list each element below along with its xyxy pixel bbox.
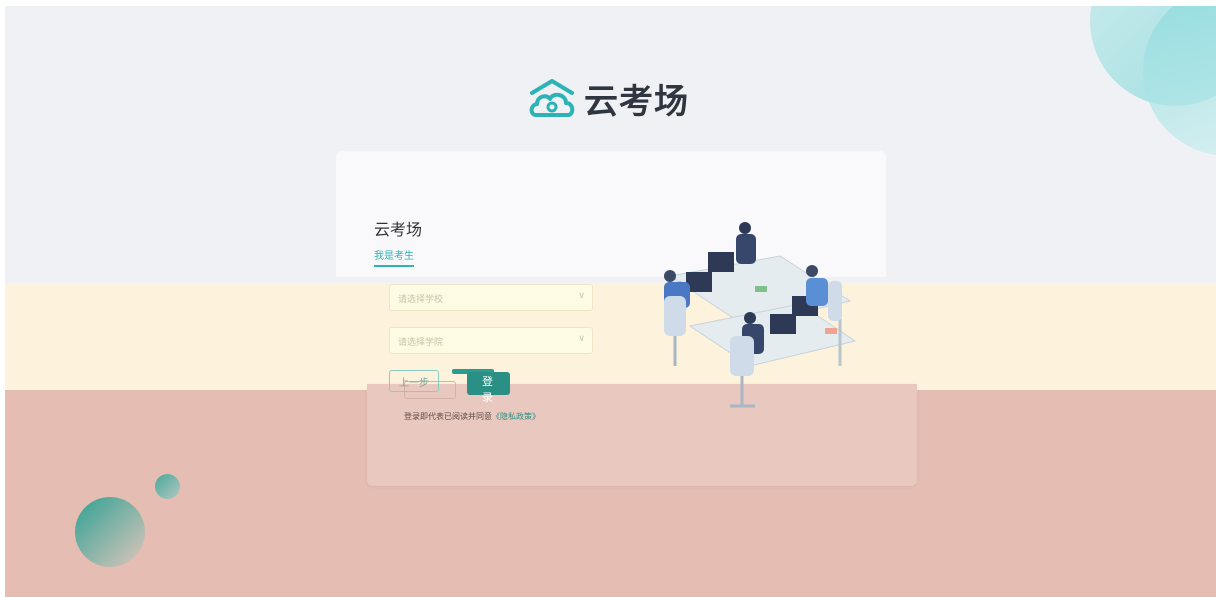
site-logo: 云考场 [528,74,689,123]
office-workers-illustration [664,222,857,408]
decor-circle [1143,6,1216,156]
card-title: 云考场 [374,220,423,239]
privacy-policy-link[interactable]: 《隐私政策》 [492,412,540,421]
decor-circle [155,474,180,499]
tab-student[interactable]: 我是考生 [374,247,414,267]
chevron-down-icon: ∨ [578,334,585,344]
college-select[interactable]: 请选择学院 ∨ [389,327,593,354]
college-select-placeholder: 请选择学院 [398,338,444,348]
chevron-down-icon: ∨ [578,291,585,301]
agreement-label: 登录即代表已阅读并同意 [404,412,492,421]
prev-step-button[interactable]: 上一步 [389,370,439,392]
school-select-placeholder: 请选择学校 [398,295,444,305]
cloud-house-logo-icon [529,78,575,117]
overlay-band [5,283,1216,390]
school-select[interactable]: 请选择学校 ∨ [389,284,593,311]
brand-name: 云考场 [584,82,689,122]
agreement-text: 登录即代表已阅读并同意《隐私政策》 [404,411,540,422]
decor-circle [75,497,145,567]
login-button[interactable]: 登 录 [467,372,510,404]
